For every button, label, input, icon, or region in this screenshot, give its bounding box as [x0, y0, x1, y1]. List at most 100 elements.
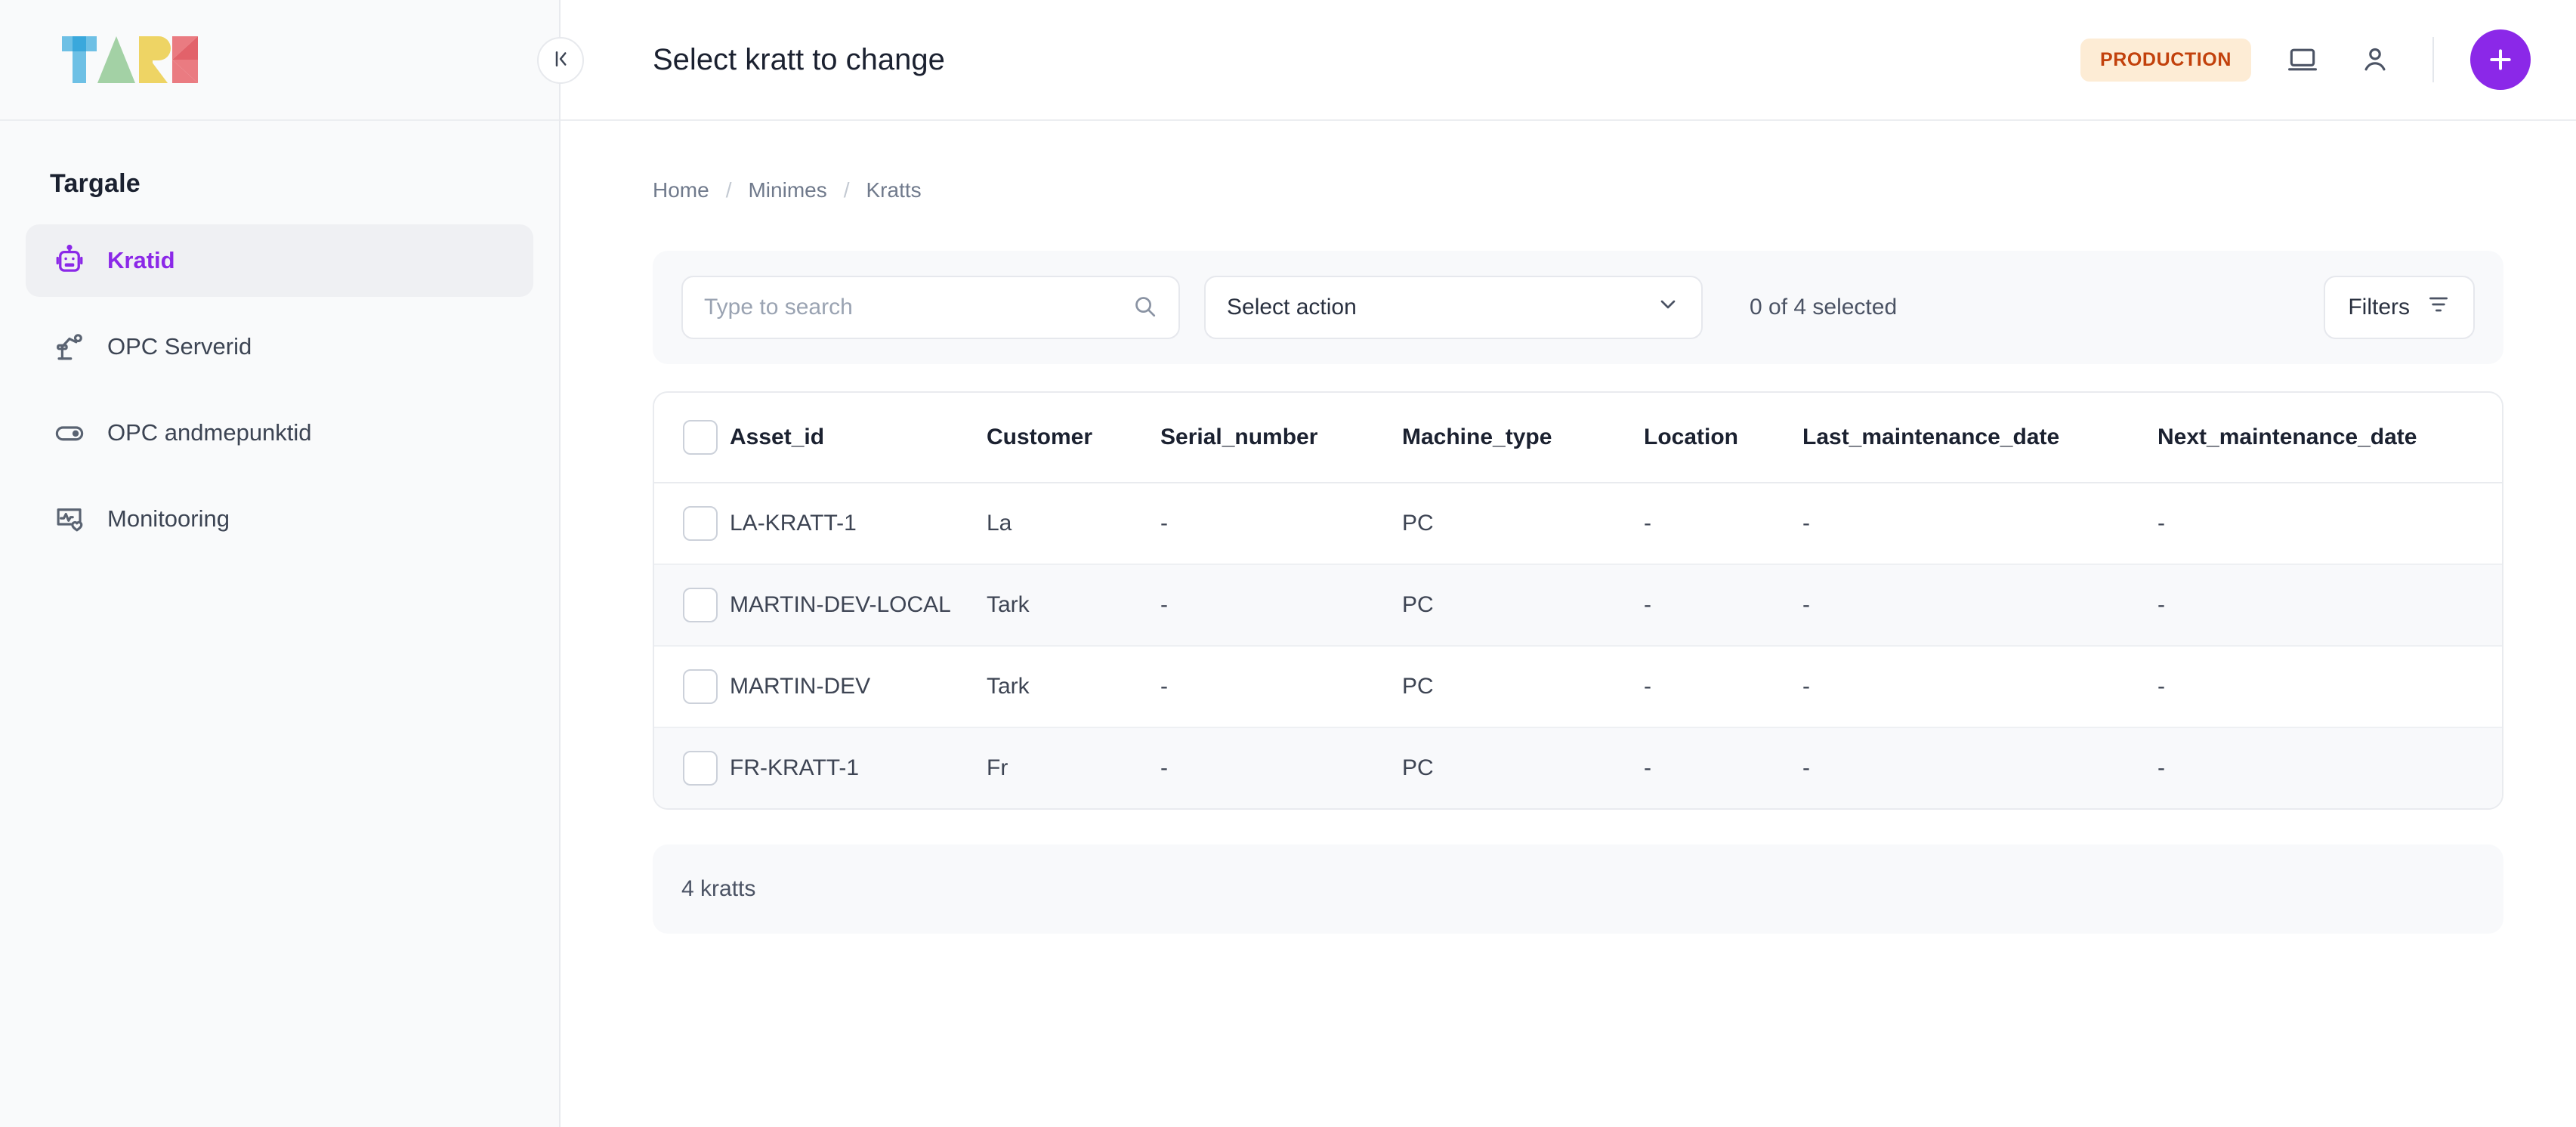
cell-customer: Tark: [987, 646, 1160, 727]
cell-last-maintenance-date: -: [1802, 646, 2157, 727]
action-select-value: Select action: [1227, 295, 1357, 320]
laptop-icon[interactable]: [2281, 39, 2324, 81]
column-header-last-maintenance-date[interactable]: Last_maintenance_date: [1802, 393, 2157, 483]
breadcrumb-item-minimes[interactable]: Minimes: [748, 178, 826, 202]
add-button[interactable]: [2470, 29, 2531, 90]
sidebar-item-kratid[interactable]: Kratid: [26, 224, 533, 297]
chevron-down-icon: [1656, 292, 1680, 323]
cell-serial-number: -: [1160, 727, 1402, 808]
environment-badge: PRODUCTION: [2080, 39, 2251, 82]
row-select-cell: [654, 646, 730, 727]
cell-serial-number: -: [1160, 646, 1402, 727]
table-footer: 4 kratts: [653, 844, 2503, 934]
main-area: Select kratt to change PRODUCTION: [561, 0, 2576, 1127]
cell-location: -: [1644, 646, 1802, 727]
cell-last-maintenance-date: -: [1802, 727, 2157, 808]
cell-machine-type: PC: [1402, 727, 1644, 808]
collapse-left-icon: [549, 48, 572, 74]
cell-customer: Tark: [987, 564, 1160, 646]
cell-last-maintenance-date: -: [1802, 564, 2157, 646]
row-checkbox[interactable]: [683, 669, 718, 704]
search-box[interactable]: [681, 276, 1180, 339]
kratts-panel: Select action 0 of 4 selected Filters: [653, 251, 2503, 934]
topbar-actions: PRODUCTION: [2080, 29, 2531, 90]
topbar: Select kratt to change PRODUCTION: [561, 0, 2576, 121]
cell-asset-id: MARTIN-DEV: [730, 646, 987, 727]
cell-location: -: [1644, 564, 1802, 646]
sidebar-item-monitooring[interactable]: Monitooring: [26, 483, 533, 555]
tark-logo[interactable]: [62, 36, 198, 83]
sidebar-nav: Kratid OPC Serverid: [0, 224, 559, 555]
row-select-cell: [654, 564, 730, 646]
topbar-divider: [2432, 37, 2434, 82]
selection-count: 0 of 4 selected: [1750, 295, 1897, 320]
cell-serial-number: -: [1160, 483, 1402, 564]
row-select-cell: [654, 483, 730, 564]
column-header-asset-id[interactable]: Asset_id: [730, 393, 987, 483]
table-row[interactable]: MARTIN-DEV Tark - PC - - -: [654, 646, 2503, 727]
select-all-checkbox[interactable]: [683, 420, 718, 455]
column-header-serial-number[interactable]: Serial_number: [1160, 393, 1402, 483]
row-select-cell: [654, 727, 730, 808]
cell-customer: La: [987, 483, 1160, 564]
cell-serial-number: -: [1160, 564, 1402, 646]
app-root: Targale Kratid: [0, 0, 2576, 1127]
cell-machine-type: PC: [1402, 564, 1644, 646]
sidebar-item-label: OPC Serverid: [107, 333, 252, 360]
cell-customer: Fr: [987, 727, 1160, 808]
column-header-machine-type[interactable]: Machine_type: [1402, 393, 1644, 483]
sidebar-logo-area: [0, 0, 559, 121]
sidebar-collapse-button[interactable]: [537, 37, 584, 84]
row-checkbox[interactable]: [683, 506, 718, 541]
filters-label: Filters: [2348, 295, 2410, 320]
column-header-customer[interactable]: Customer: [987, 393, 1160, 483]
content-area: Select action 0 of 4 selected Filters: [561, 202, 2576, 934]
cell-asset-id: FR-KRATT-1: [730, 727, 987, 808]
row-checkbox[interactable]: [683, 588, 718, 622]
cell-asset-id: LA-KRATT-1: [730, 483, 987, 564]
table-toolbar: Select action 0 of 4 selected Filters: [653, 251, 2503, 364]
row-checkbox[interactable]: [683, 751, 718, 786]
breadcrumb-item-home[interactable]: Home: [653, 178, 709, 202]
cell-next-maintenance-date: -: [2157, 646, 2503, 727]
kratts-table: Asset_id Customer Serial_number Machine_…: [653, 391, 2503, 810]
robot-arm-icon: [53, 330, 86, 363]
sidebar: Targale Kratid: [0, 0, 561, 1127]
breadcrumb: Home / Minimes / Kratts: [561, 121, 2576, 202]
user-icon[interactable]: [2354, 39, 2396, 81]
sidebar-item-label: OPC andmepunktid: [107, 419, 312, 446]
sidebar-item-opc-serverid[interactable]: OPC Serverid: [26, 310, 533, 383]
sidebar-item-label: Kratid: [107, 247, 175, 274]
column-header-location[interactable]: Location: [1644, 393, 1802, 483]
action-select[interactable]: Select action: [1204, 276, 1703, 339]
table-header-row: Asset_id Customer Serial_number Machine_…: [654, 393, 2503, 483]
monitor-activity-icon: [53, 502, 86, 536]
cell-next-maintenance-date: -: [2157, 727, 2503, 808]
sidebar-section-title: Targale: [0, 121, 559, 199]
sidebar-item-opc-andmepunktid[interactable]: OPC andmepunktid: [26, 397, 533, 469]
breadcrumb-separator: /: [844, 178, 850, 202]
cell-machine-type: PC: [1402, 483, 1644, 564]
table-row[interactable]: LA-KRATT-1 La - PC - - -: [654, 483, 2503, 564]
breadcrumb-item-kratts[interactable]: Kratts: [866, 178, 922, 202]
select-all-header: [654, 393, 730, 483]
cell-asset-id: MARTIN-DEV-LOCAL: [730, 564, 987, 646]
page-title: Select kratt to change: [653, 43, 945, 77]
table-row[interactable]: FR-KRATT-1 Fr - PC - - -: [654, 727, 2503, 808]
column-header-next-maintenance-date[interactable]: Next_maintenance_date: [2157, 393, 2503, 483]
toggle-switch-icon: [53, 416, 86, 449]
search-icon: [1132, 293, 1157, 323]
cell-location: -: [1644, 727, 1802, 808]
table-row[interactable]: MARTIN-DEV-LOCAL Tark - PC - - -: [654, 564, 2503, 646]
cell-last-maintenance-date: -: [1802, 483, 2157, 564]
breadcrumb-separator: /: [726, 178, 732, 202]
search-input[interactable]: [704, 295, 1132, 320]
plus-icon: [2485, 45, 2516, 75]
cell-machine-type: PC: [1402, 646, 1644, 727]
sidebar-item-label: Monitooring: [107, 505, 230, 533]
row-count-label: 4 kratts: [681, 876, 755, 902]
filters-button[interactable]: Filters: [2324, 276, 2475, 339]
cell-next-maintenance-date: -: [2157, 483, 2503, 564]
cell-next-maintenance-date: -: [2157, 564, 2503, 646]
robot-icon: [53, 244, 86, 277]
